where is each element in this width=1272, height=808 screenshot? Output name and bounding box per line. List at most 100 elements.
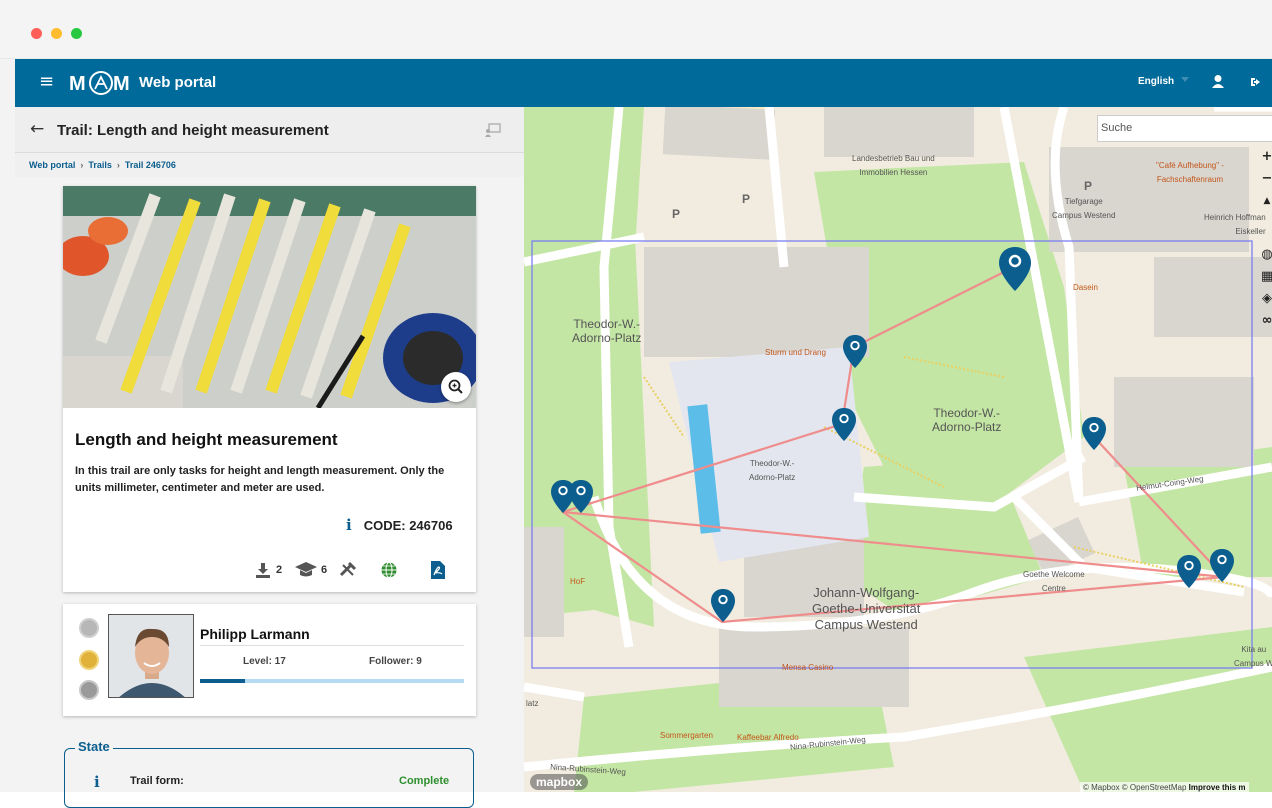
map-marker-icon[interactable] (832, 408, 856, 441)
mapbox-logo[interactable]: mapbox (530, 774, 589, 790)
state-row-value: Complete (399, 775, 450, 787)
window-titlebar (0, 0, 1272, 59)
back-arrow-icon[interactable]: ← (30, 120, 44, 138)
layers-icon[interactable]: ◈ (1257, 289, 1272, 309)
map-label: Heinrich Hoffman Eiskeller (1204, 213, 1266, 236)
minimize-window-button[interactable] (51, 28, 62, 39)
trail-name: Length and height measurement (75, 430, 338, 449)
map-label: Landesbetrieb Bau und Immobilien Hessen (852, 154, 935, 177)
map-marker-icon[interactable] (1210, 549, 1234, 582)
author-name[interactable]: Philipp Larmann (200, 626, 310, 642)
map-label: Goethe Welcome Centre (1023, 570, 1085, 593)
mcm-logo-icon[interactable]: M M (69, 68, 137, 98)
language-select[interactable]: English (1138, 76, 1174, 87)
breadcrumb-separator: › (80, 160, 84, 170)
close-window-button[interactable] (31, 28, 42, 39)
author-card: Philipp Larmann Level: 17 Follower: 9 (63, 604, 476, 716)
map-label: Sommergarten (660, 731, 713, 740)
author-level: Level: 17 (243, 656, 286, 667)
map-marker-icon[interactable] (843, 335, 867, 368)
maximize-window-button[interactable] (71, 28, 82, 39)
parking-label: P (672, 207, 681, 221)
globe-icon[interactable] (381, 562, 397, 578)
map-attribution: © Mapbox © OpenStreetMap Improve this m (1080, 782, 1249, 792)
info-icon[interactable]: i (346, 516, 352, 534)
zoom-in-icon (448, 379, 463, 394)
trail-header: ← Trail: Length and height measurement (15, 107, 524, 153)
presentation-icon[interactable] (485, 123, 501, 137)
page-title: Trail: Length and height measurement (57, 122, 329, 139)
app-title[interactable]: Web portal (139, 74, 216, 91)
badge-gold-icon (79, 650, 99, 670)
level-progress-bar (200, 679, 464, 683)
compass-icon[interactable]: ▲ (1257, 191, 1272, 211)
map-marker-icon[interactable] (711, 589, 735, 622)
trail-code-text: CODE: 246706 (363, 518, 453, 533)
zoom-out-button[interactable]: − (1257, 169, 1272, 189)
pdf-icon[interactable] (431, 561, 445, 579)
state-row-label: Trail form: (130, 775, 184, 787)
badge-bronze-icon (79, 680, 99, 700)
map-search-input[interactable]: Suche (1097, 115, 1272, 142)
map-view[interactable]: Theodor-W.- Adorno-Platz Theodor-W.- Ado… (524, 107, 1272, 792)
chevron-down-icon[interactable] (1181, 77, 1189, 82)
link-icon[interactable]: ∞ (1257, 311, 1272, 331)
student-count: 6 (321, 564, 328, 576)
zoom-image-button[interactable] (441, 372, 471, 402)
trail-code: i CODE: 246706 (346, 516, 453, 534)
trail-image[interactable] (63, 186, 476, 408)
download-icon[interactable] (255, 562, 271, 578)
map-label: Theodor-W.- Adorno-Platz (572, 317, 642, 345)
map-label: latz (526, 699, 539, 708)
map-label: "Café Aufhebung" - Fachschaftenraum (1156, 161, 1224, 184)
map-label: Tiefgarage Campus Westend (1052, 197, 1116, 220)
avatar[interactable] (108, 614, 194, 698)
map-label: Theodor-W.- Adorno-Platz (932, 406, 1002, 434)
level-progress-fill (200, 679, 245, 683)
map-canvas[interactable] (524, 107, 1272, 792)
parking-label: P (742, 192, 751, 206)
svg-text:M: M (113, 73, 130, 95)
svg-text:M: M (69, 73, 86, 95)
improve-map-link[interactable]: Improve this m (1189, 783, 1246, 792)
globe-icon[interactable]: ◍ (1257, 245, 1272, 265)
map-marker-icon[interactable] (569, 480, 593, 513)
map-marker-icon[interactable] (1082, 417, 1106, 450)
map-label: Sturm und Drang (765, 348, 826, 357)
breadcrumb-trails[interactable]: Trails (88, 160, 112, 170)
breadcrumb: Web portal › Trails › Trail 246706 (29, 160, 176, 170)
top-navbar: ≡ M M Web portal English (15, 59, 1272, 107)
tools-icon[interactable] (339, 561, 357, 579)
trail-stats: 2 6 (255, 560, 470, 580)
user-photo (109, 615, 193, 697)
map-label: Theodor-W.- Adorno-Platz (749, 459, 796, 482)
building-icon[interactable]: ▦ (1257, 267, 1272, 287)
map-marker-icon[interactable] (1177, 555, 1201, 588)
trail-description: In this trail are only tasks for height … (75, 465, 445, 494)
author-follower: Follower: 9 (369, 656, 422, 667)
trail-card: Length and height measurement In this tr… (63, 186, 476, 592)
folding-rulers-image (63, 186, 476, 408)
map-marker-icon[interactable] (999, 247, 1031, 291)
breadcrumb-separator: › (116, 160, 120, 170)
user-icon[interactable] (1211, 74, 1225, 90)
map-label: Johann-Wolfgang- Goethe-Universität Camp… (812, 585, 921, 632)
divider (200, 645, 464, 646)
zoom-in-button[interactable]: + (1257, 147, 1272, 167)
attribution-text[interactable]: © Mapbox © OpenStreetMap (1083, 783, 1186, 792)
graduation-cap-icon[interactable] (295, 562, 317, 578)
trail-panel: ← Trail: Length and height measurement W… (15, 107, 524, 808)
info-icon: i (94, 773, 100, 791)
map-label: Mensa Casino (782, 663, 834, 672)
badge-silver-icon (79, 618, 99, 638)
breadcrumb-web-portal[interactable]: Web portal (29, 160, 75, 170)
map-label: HoF (570, 577, 586, 586)
download-count: 2 (276, 564, 283, 576)
breadcrumb-trail-id[interactable]: Trail 246706 (125, 160, 176, 170)
parking-label: P (1084, 179, 1093, 193)
map-label: Kita au Campus W (1234, 645, 1272, 668)
menu-icon[interactable]: ≡ (39, 73, 54, 91)
map-label: Dasein (1073, 283, 1098, 292)
app-window: ≡ M M Web portal English ← Trail: Length… (0, 0, 1272, 808)
logout-icon[interactable] (1249, 75, 1263, 89)
